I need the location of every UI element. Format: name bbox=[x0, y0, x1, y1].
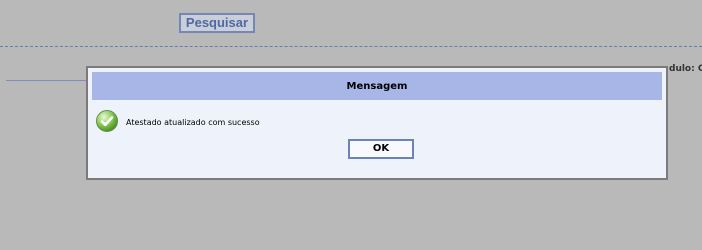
section-divider bbox=[0, 46, 702, 47]
panel-top-border bbox=[6, 80, 86, 81]
dialog-message: Atestado atualizado com sucesso bbox=[126, 118, 260, 127]
ok-button[interactable]: OK bbox=[348, 139, 414, 159]
module-label: dulo: C bbox=[669, 64, 702, 74]
success-check-icon bbox=[96, 110, 118, 132]
dialog-body: Atestado atualizado com sucesso OK bbox=[92, 100, 662, 176]
message-dialog: Mensagem Atestado atualizado com sucesso… bbox=[86, 66, 668, 180]
search-button[interactable]: Pesquisar bbox=[179, 13, 255, 33]
dialog-title: Mensagem bbox=[92, 72, 662, 100]
page: Pesquisar dulo: C Mensagem Atestado atua… bbox=[0, 0, 702, 250]
